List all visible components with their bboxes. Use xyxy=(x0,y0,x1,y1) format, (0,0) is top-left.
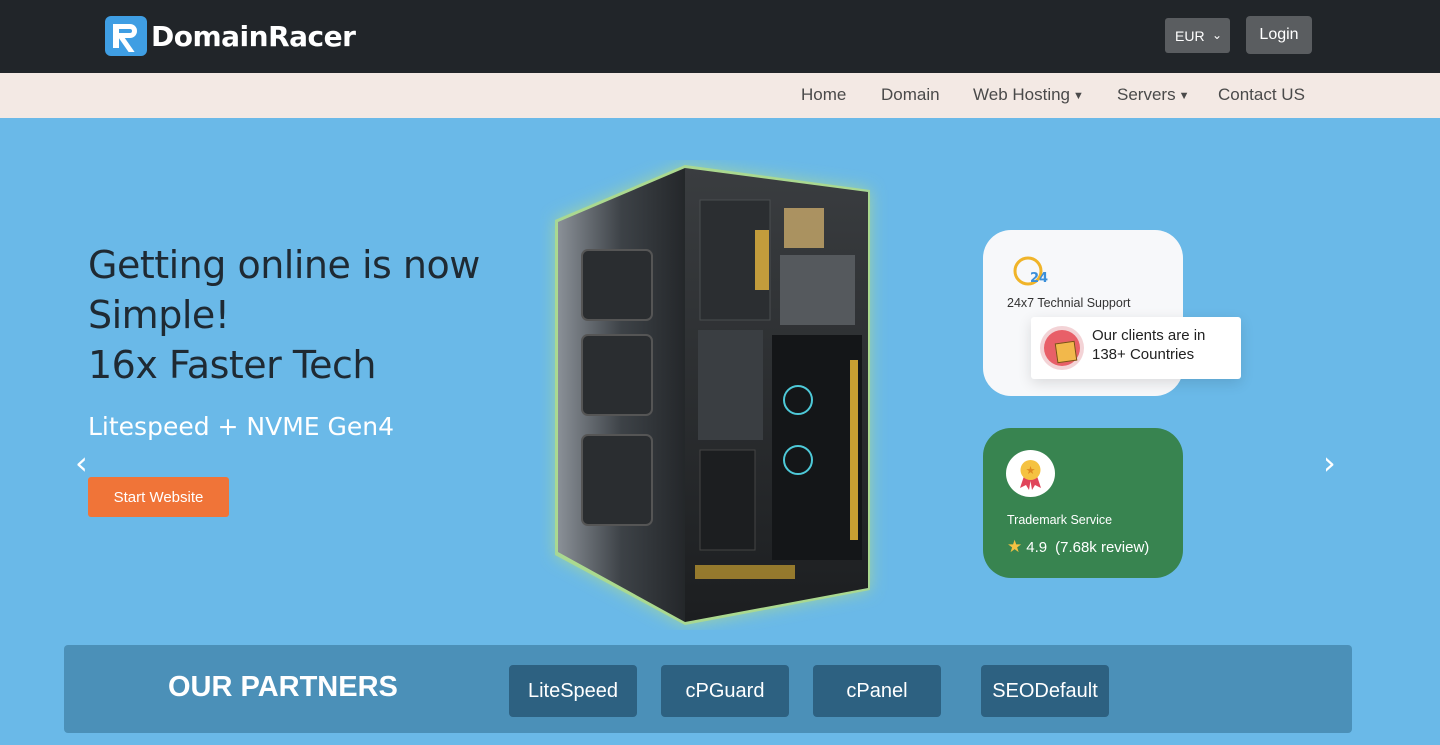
partner-litespeed[interactable]: LiteSpeed xyxy=(509,665,637,717)
currency-select[interactable]: EUR ⌄ xyxy=(1165,18,1230,53)
nav-label: Domain xyxy=(881,85,940,104)
partner-seodefault[interactable]: SEODefault xyxy=(981,665,1109,717)
rating-value: 4.9 xyxy=(1026,538,1048,556)
start-website-button[interactable]: Start Website xyxy=(88,477,229,517)
partner-cpanel[interactable]: cPanel xyxy=(813,665,941,717)
nav-item-home[interactable]: Home xyxy=(801,85,846,105)
server-illustration xyxy=(555,165,870,625)
partners-title: OUR PARTNERS xyxy=(168,671,398,703)
top-header: DomainRacer EUR ⌄ Login xyxy=(0,0,1440,73)
caret-down-icon: ▼ xyxy=(1073,89,1084,102)
nav-label: Contact US xyxy=(1218,85,1305,104)
carousel-prev-icon[interactable]: ‹ xyxy=(75,444,88,482)
rating: ★ 4.9 (7.68k review) xyxy=(1007,537,1149,557)
clients-card: Our clients are in 138+ Countries xyxy=(1031,317,1241,379)
nav-label: Web Hosting xyxy=(973,85,1071,104)
caret-down-icon: ▼ xyxy=(1178,89,1190,102)
trademark-label: Trademark Service xyxy=(1007,513,1113,527)
logo-r-icon xyxy=(105,16,147,56)
brand-name: DomainRacer xyxy=(151,19,356,53)
nav-item-web-hosting[interactable]: Web Hosting ▼ xyxy=(973,85,1084,105)
carousel-next-icon[interactable]: › xyxy=(1323,444,1336,482)
hero-title-line: Simple! xyxy=(88,293,230,337)
svg-text:24: 24 xyxy=(1030,271,1048,286)
support-label: 24x7 Technial Support xyxy=(1007,296,1131,310)
clients-line: 138+ Countries xyxy=(1092,346,1195,363)
clients-text: Our clients are in 138+ Countries xyxy=(1092,326,1205,364)
clock-24-icon: 24 xyxy=(1013,256,1048,286)
star-icon: ★ xyxy=(1007,537,1023,556)
nav-item-contact[interactable]: Contact US xyxy=(1218,85,1305,105)
award-medal-icon: ★ xyxy=(1006,450,1055,497)
partners-section: OUR PARTNERS LiteSpeed cPGuard cPanel SE… xyxy=(64,645,1352,733)
review-count: (7.68k review) xyxy=(1055,538,1150,556)
nav-item-domain[interactable]: Domain xyxy=(881,85,940,105)
hero-subtitle: Litespeed + NVME Gen4 xyxy=(88,412,395,441)
nav-label: Servers xyxy=(1117,85,1176,104)
hero-title: Getting online is now Simple! 16x Faster… xyxy=(88,240,480,390)
currency-value: EUR xyxy=(1175,27,1205,44)
nav-label: Home xyxy=(801,85,847,104)
main-nav: Home Domain Web Hosting ▼ Servers ▼ Contac… xyxy=(0,73,1440,118)
package-box-icon xyxy=(1040,326,1084,370)
hero-title-line: Getting online is now xyxy=(88,243,480,287)
nav-item-servers[interactable]: Servers ▼ xyxy=(1117,85,1189,105)
partner-cpguard[interactable]: cPGuard xyxy=(661,665,789,717)
hero-title-line: 16x Faster Tech xyxy=(88,343,376,387)
chevron-down-icon: ⌄ xyxy=(1211,28,1222,42)
brand-logo[interactable]: DomainRacer xyxy=(105,16,356,56)
clients-line: Our clients are in xyxy=(1092,327,1206,344)
login-button[interactable]: Login xyxy=(1246,16,1312,54)
svg-text:★: ★ xyxy=(1026,464,1036,477)
